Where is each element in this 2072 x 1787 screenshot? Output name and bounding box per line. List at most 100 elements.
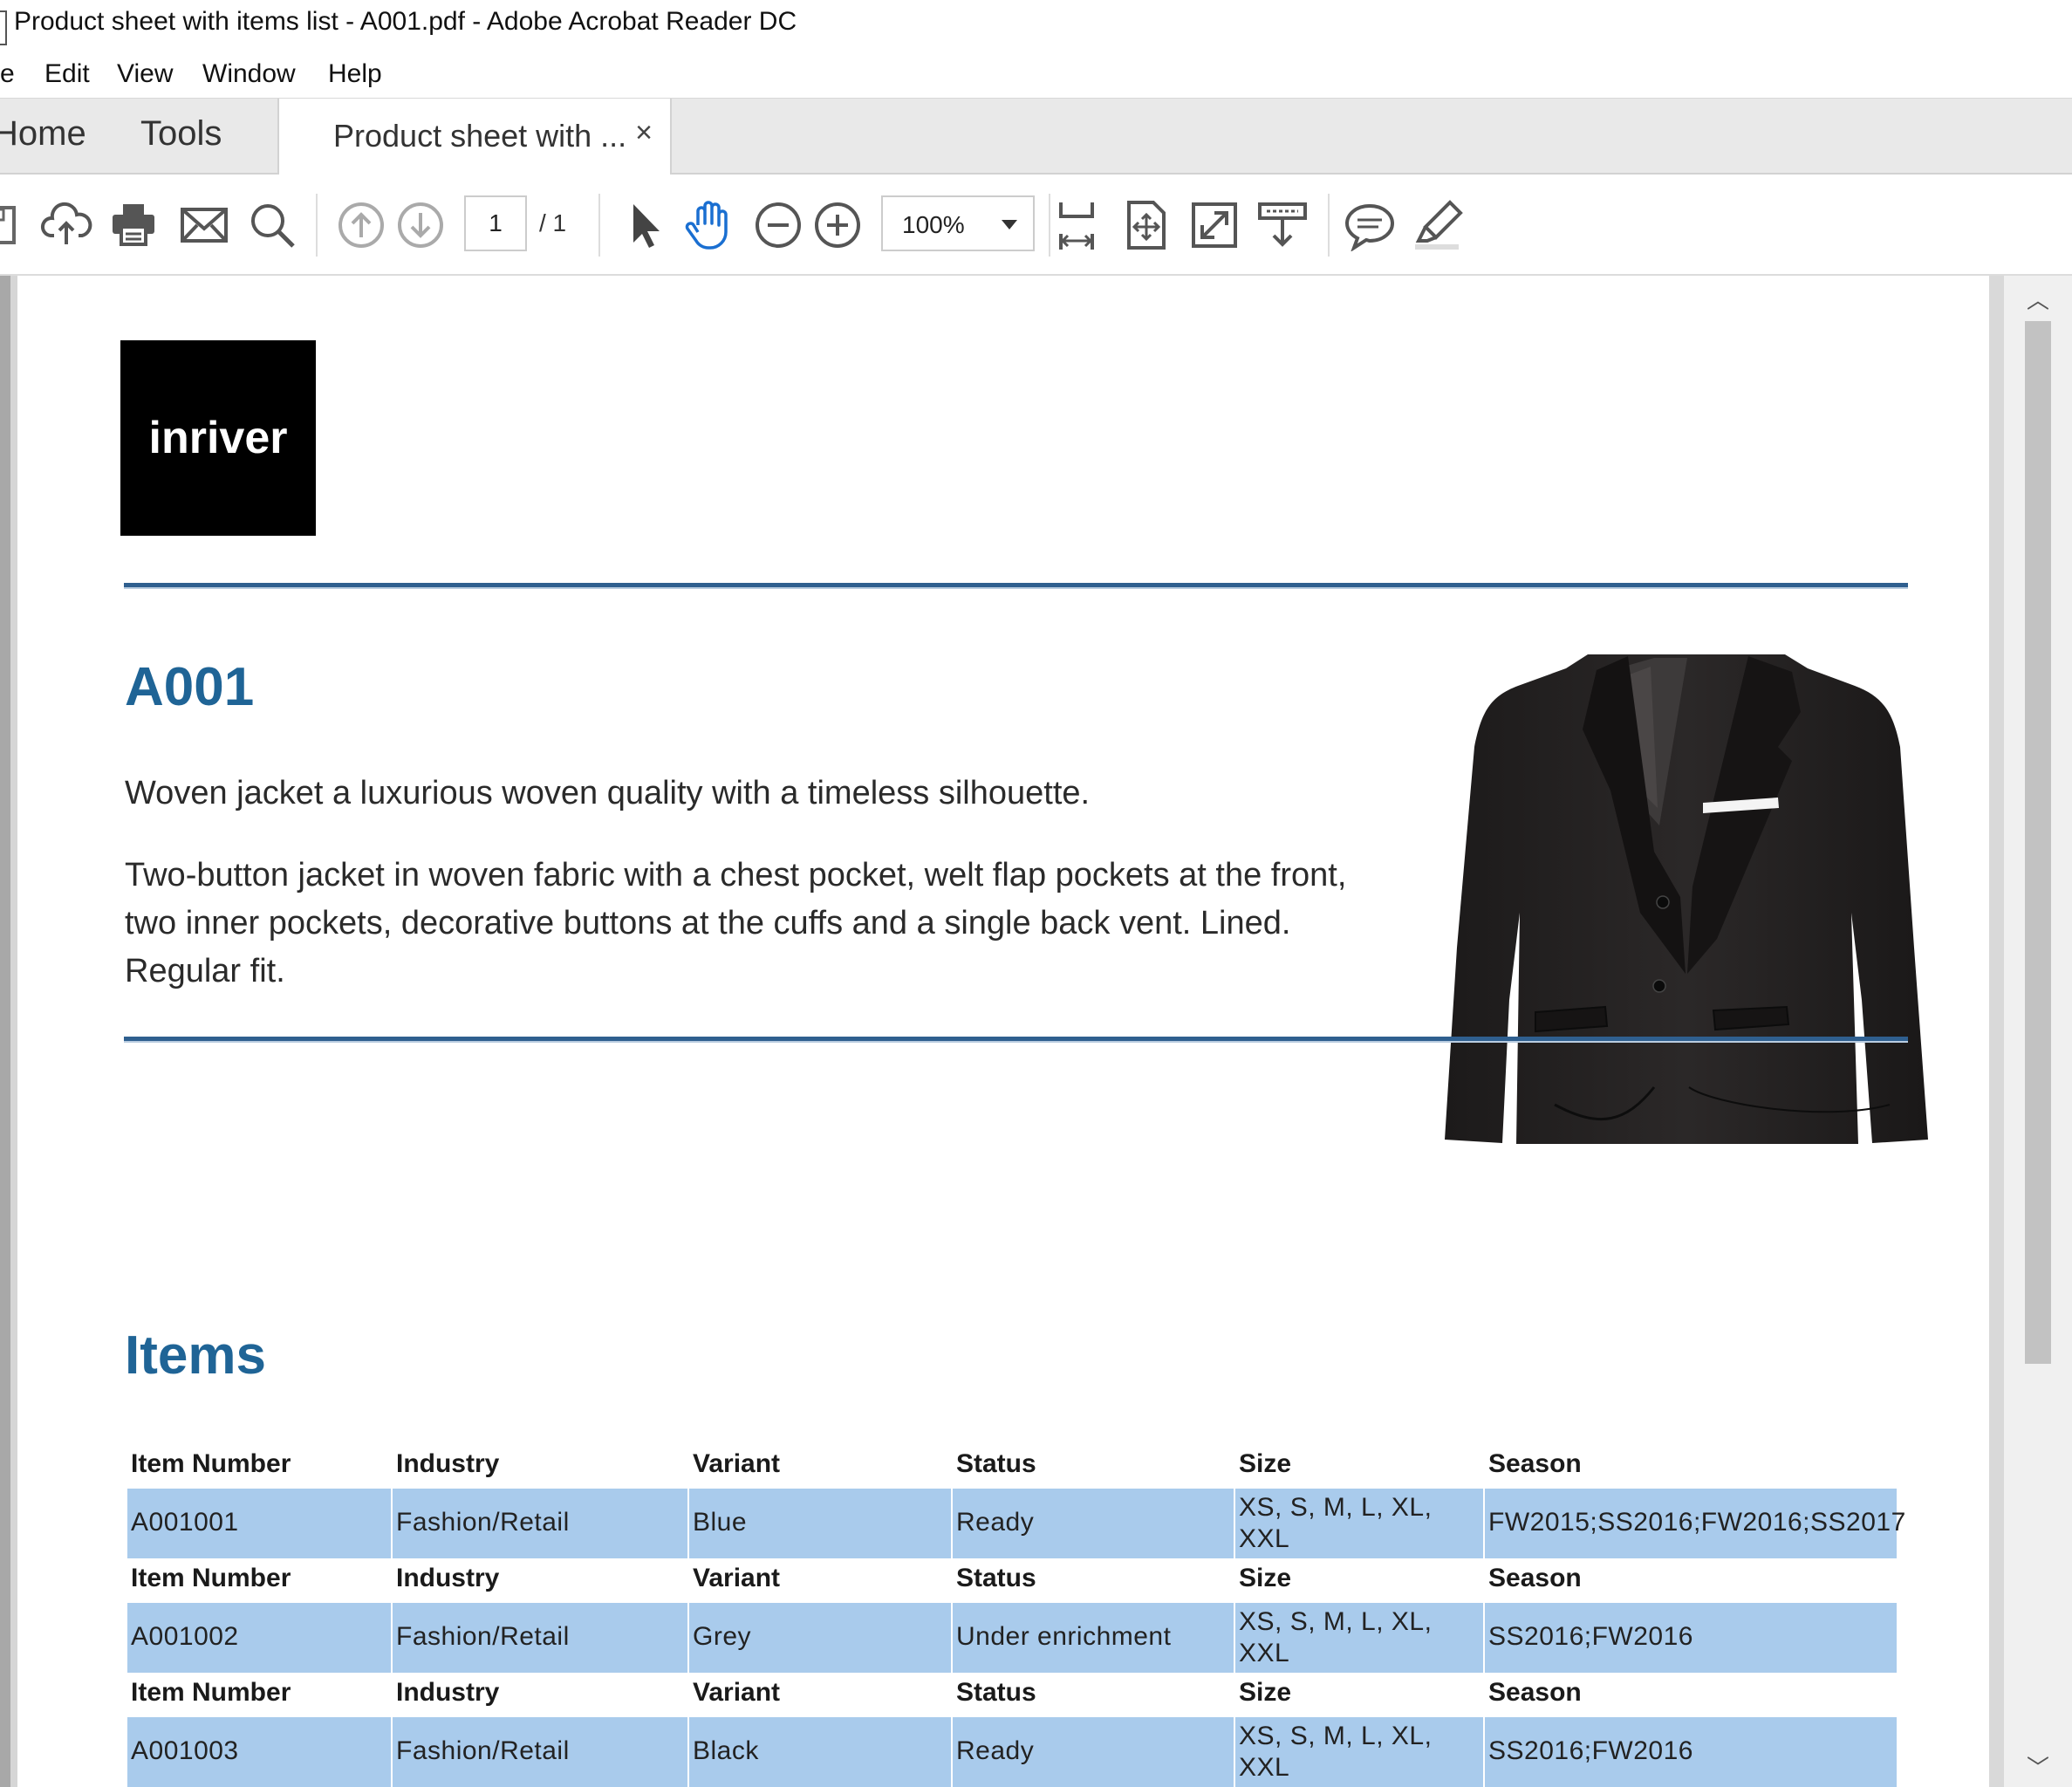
menu-window[interactable]: Window xyxy=(202,59,296,89)
menu-help[interactable]: Help xyxy=(328,59,382,89)
cell-value: Fashion/Retail xyxy=(396,1622,570,1651)
prev-page-icon[interactable] xyxy=(335,199,387,251)
short-description: Woven jacket a luxurious woven quality w… xyxy=(125,775,1091,811)
hand-tool-icon[interactable] xyxy=(682,199,735,251)
inriver-logo: inriver xyxy=(120,340,316,536)
left-panel-strip[interactable] xyxy=(0,276,17,1787)
table-cell-size: XS, S, M, L, XL, XXL xyxy=(1235,1489,1483,1558)
menu-file[interactable]: e xyxy=(0,59,15,89)
column-header-item-number: Item Number xyxy=(131,1449,291,1478)
select-arrow-icon[interactable] xyxy=(618,199,670,251)
vertical-scrollbar[interactable]: ︿ ﹀ xyxy=(2004,276,2072,1787)
highlight-icon[interactable] xyxy=(1412,199,1464,251)
table-cell-item-number: A001001 xyxy=(127,1489,391,1558)
document-viewer[interactable]: inriver A001 Woven jacket a luxurious wo… xyxy=(0,276,2072,1787)
pdf-page: inriver A001 Woven jacket a luxurious wo… xyxy=(24,276,1989,1787)
tab-document-label: Product sheet with ... xyxy=(333,118,627,154)
fit-page-icon[interactable] xyxy=(1120,199,1173,251)
cell-value: Fashion/Retail xyxy=(396,1736,570,1765)
cell-value: SS2016;FW2016 xyxy=(1488,1736,1693,1765)
column-header-status: Status xyxy=(956,1678,1036,1707)
table-cell-status: Under enrichment xyxy=(953,1603,1234,1673)
column-header-industry: Industry xyxy=(396,1564,500,1592)
column-header-size: Size xyxy=(1239,1678,1292,1707)
column-header-season: Season xyxy=(1488,1449,1582,1478)
scroll-down-icon[interactable]: ﹀ xyxy=(2027,1750,2049,1783)
search-icon[interactable] xyxy=(246,199,298,251)
menu-view[interactable]: View xyxy=(117,59,173,89)
upload-icon[interactable] xyxy=(40,199,92,251)
items-heading: Items xyxy=(125,1325,266,1386)
cell-value: XS, S, M, L, XL, XXL xyxy=(1239,1722,1433,1782)
logo-text: inriver xyxy=(148,413,288,463)
column-header-variant: Variant xyxy=(693,1564,781,1592)
table-cell-size: XS, S, M, L, XL, XXL xyxy=(1235,1603,1483,1673)
column-header-status: Status xyxy=(956,1564,1036,1592)
long-description: Two-button jacket in woven fabric with a… xyxy=(125,857,1347,989)
title-bar: Product sheet with items list - A001.pdf… xyxy=(0,0,2072,54)
cell-value: Black xyxy=(693,1736,759,1765)
table-cell-variant: Black xyxy=(689,1717,951,1787)
tab-home[interactable]: Home xyxy=(0,114,86,154)
column-header-item-number: Item Number xyxy=(131,1564,291,1592)
cell-value: A001002 xyxy=(131,1622,239,1651)
table-cell-item-number: A001002 xyxy=(127,1603,391,1673)
column-header-variant: Variant xyxy=(693,1678,781,1707)
cell-value: A001003 xyxy=(131,1736,239,1765)
cell-value: XS, S, M, L, XL, XXL xyxy=(1239,1607,1433,1667)
product-code-heading: A001 xyxy=(125,657,255,717)
table-cell-variant: Blue xyxy=(689,1489,951,1558)
column-header-item-number: Item Number xyxy=(131,1678,291,1707)
cell-value: A001001 xyxy=(131,1508,239,1537)
table-cell-industry: Fashion/Retail xyxy=(393,1489,687,1558)
window-title: Product sheet with items list - A001.pdf… xyxy=(14,7,797,36)
scroll-up-icon[interactable]: ︿ xyxy=(2027,283,2049,315)
table-cell-season: FW2015;SS2016;FW2016;SS2017 xyxy=(1485,1489,1905,1558)
cell-value: Ready xyxy=(956,1508,1035,1537)
cell-value: Blue xyxy=(693,1508,748,1537)
table-cell-size: XS, S, M, L, XL, XXL xyxy=(1235,1717,1483,1787)
zoom-value: 100% xyxy=(902,211,965,238)
read-mode-icon[interactable] xyxy=(1256,199,1309,251)
fit-width-icon[interactable] xyxy=(1050,199,1103,251)
zoom-select[interactable]: 100% xyxy=(881,195,1035,251)
comment-icon[interactable] xyxy=(1344,199,1396,252)
close-tab-icon[interactable]: × xyxy=(635,116,653,150)
pdf-document-icon xyxy=(0,10,7,45)
column-header-size: Size xyxy=(1239,1564,1292,1592)
cell-value: Grey xyxy=(693,1622,752,1651)
table-cell-item-number: A001003 xyxy=(127,1717,391,1787)
tab-row: Home Tools Product sheet with ... × xyxy=(0,98,2072,175)
next-page-icon[interactable] xyxy=(394,199,447,251)
print-icon[interactable] xyxy=(107,199,160,251)
table-cell-industry: Fashion/Retail xyxy=(393,1603,687,1673)
section-divider xyxy=(124,583,1908,589)
mail-icon[interactable] xyxy=(178,199,230,251)
tab-document[interactable]: Product sheet with ... × xyxy=(277,99,672,175)
column-header-season: Season xyxy=(1488,1678,1582,1707)
save-icon[interactable] xyxy=(0,199,23,251)
table-cell-status: Ready xyxy=(953,1489,1234,1558)
menu-bar: e Edit View Window Help xyxy=(0,54,2072,98)
scrollbar-thumb[interactable] xyxy=(2025,321,2051,1364)
table-cell-status: Ready xyxy=(953,1717,1234,1787)
product-image-jacket xyxy=(1426,651,1940,1167)
cell-value: SS2016;FW2016 xyxy=(1488,1622,1693,1651)
menu-edit[interactable]: Edit xyxy=(44,59,90,89)
page-total: / 1 xyxy=(539,209,567,236)
zoom-in-icon[interactable] xyxy=(811,199,864,251)
chevron-down-icon xyxy=(1002,220,1017,229)
zoom-out-icon[interactable] xyxy=(752,199,804,251)
page-number-input[interactable]: 1 xyxy=(464,195,527,251)
column-header-industry: Industry xyxy=(396,1678,500,1707)
table-cell-variant: Grey xyxy=(689,1603,951,1673)
column-header-variant: Variant xyxy=(693,1449,781,1478)
column-header-size: Size xyxy=(1239,1449,1292,1478)
cell-value: FW2015;SS2016;FW2016;SS2017 xyxy=(1488,1508,1906,1537)
column-header-industry: Industry xyxy=(396,1449,500,1478)
section-divider xyxy=(124,1037,1908,1043)
full-screen-icon[interactable] xyxy=(1188,199,1241,251)
cell-value: Under enrichment xyxy=(956,1622,1172,1651)
toolbar: 1 / 1 100% xyxy=(0,175,2072,276)
tab-tools[interactable]: Tools xyxy=(140,114,222,154)
